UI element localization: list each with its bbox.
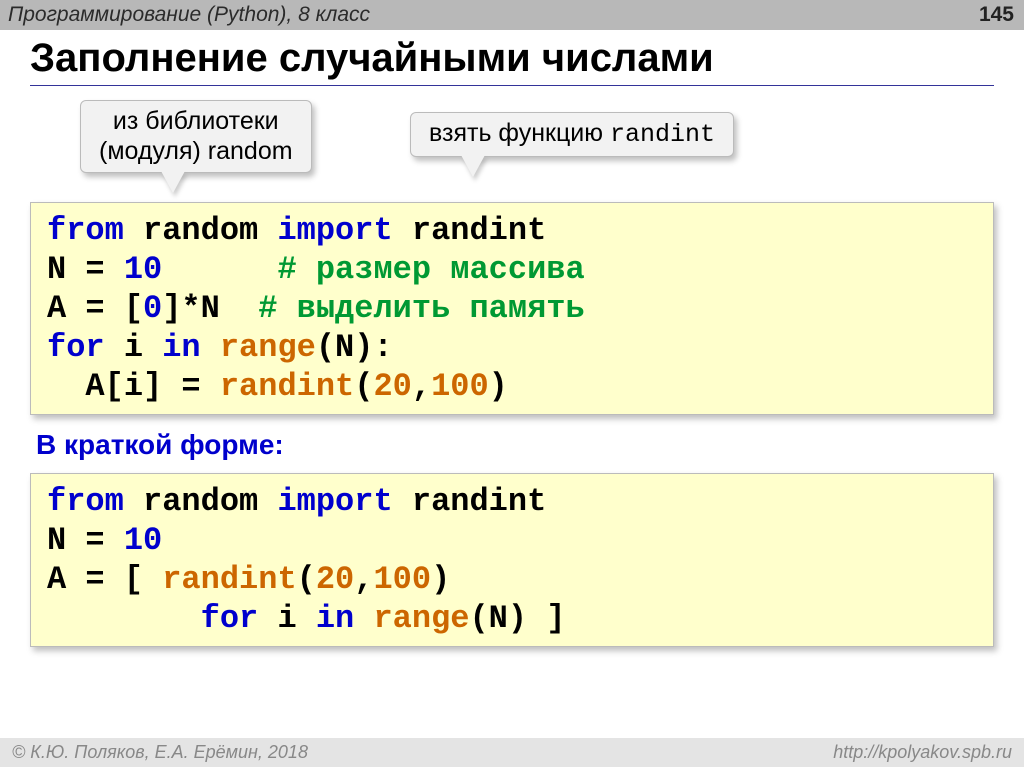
- callout-right-tail-icon: [461, 155, 485, 177]
- code-block-1: from random import randint N = 10 # разм…: [30, 202, 994, 415]
- callout-left-tail-icon: [161, 171, 185, 193]
- subheading: В краткой форме:: [36, 429, 994, 461]
- callout-right-prefix: взять функцию: [429, 119, 610, 147]
- page-number: 145: [979, 3, 1014, 27]
- slide-header: Программирование (Python), 8 класс 145: [0, 0, 1024, 30]
- callout-right-fn: randint: [610, 120, 715, 149]
- slide-footer: © К.Ю. Поляков, Е.А. Ерёмин, 2018 http:/…: [0, 738, 1024, 767]
- callout-left-line2: (модуля) random: [99, 137, 293, 165]
- callout-left: из библиотеки (модуля) random: [80, 100, 312, 173]
- title-underline: [30, 85, 994, 86]
- footer-left: © К.Ю. Поляков, Е.А. Ерёмин, 2018: [12, 742, 308, 763]
- footer-right: http://kpolyakov.spb.ru: [833, 742, 1012, 763]
- course-label: Программирование (Python), 8 класс: [8, 3, 370, 27]
- slide-title: Заполнение случайными числами: [30, 36, 994, 81]
- code-block-2: from random import randint N = 10 A = [ …: [30, 473, 994, 647]
- callout-left-line1: из библиотеки: [113, 107, 279, 135]
- callout-right: взять функцию randint: [410, 112, 734, 157]
- callouts-row: из библиотеки (модуля) random взять функ…: [30, 100, 994, 190]
